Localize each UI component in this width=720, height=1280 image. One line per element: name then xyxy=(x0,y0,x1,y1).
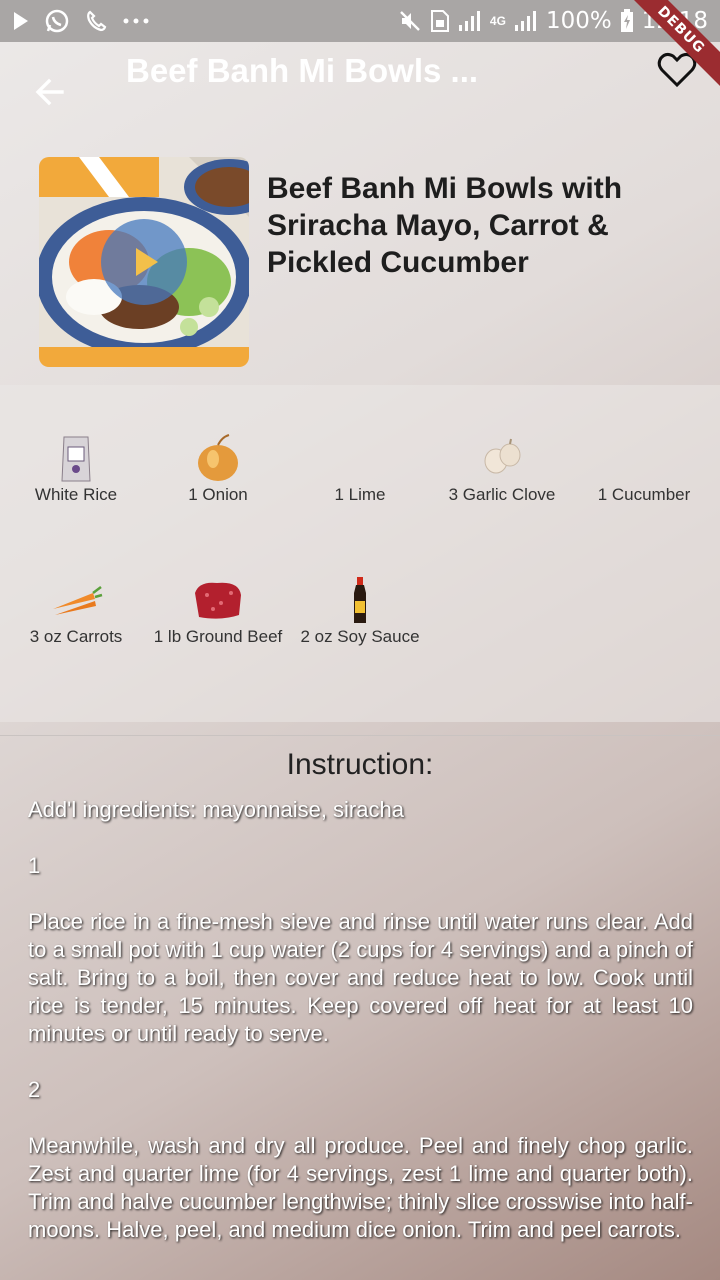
ingredient-item[interactable]: 3 Garlic Clove xyxy=(427,433,577,505)
signal-icon-2 xyxy=(514,10,538,32)
ingredients-grid: White Rice 1 Onion 1 Lime 3 Garlic Clove… xyxy=(0,385,720,722)
rice-bag-icon xyxy=(61,436,91,482)
additional-ingredients: Add'l ingredients: mayonnaise, siracha xyxy=(28,797,404,822)
sim-card-icon xyxy=(430,9,450,33)
arrow-left-icon xyxy=(35,78,64,106)
signal-icon xyxy=(458,10,482,32)
battery-percent: 100% xyxy=(545,8,612,34)
cucumber-icon xyxy=(617,433,671,483)
ingredient-item[interactable]: 1 Cucumber xyxy=(569,433,719,505)
instructions-body: Add'l ingredients: mayonnaise, siracha 1… xyxy=(28,796,693,1272)
status-bar: 4G 100% 12:18 xyxy=(0,0,720,42)
ingredient-item[interactable]: 2 oz Soy Sauce xyxy=(285,575,435,647)
ingredient-label: 3 oz Carrots xyxy=(29,627,123,646)
network-type-icon: 4G xyxy=(489,14,506,28)
ingredient-label: 2 oz Soy Sauce xyxy=(300,627,420,646)
app-bar: Beef Banh Mi Bowls ... xyxy=(0,42,720,140)
ingredient-label: 1 Lime xyxy=(334,485,386,504)
ingredient-label: 1 Onion xyxy=(188,485,248,504)
phone-forward-icon xyxy=(84,9,108,33)
ingredient-item[interactable]: White Rice xyxy=(1,433,151,505)
soy-sauce-icon xyxy=(354,577,366,623)
play-video-button[interactable] xyxy=(101,219,187,305)
more-notifications-icon xyxy=(122,17,150,25)
carrot-icon xyxy=(53,586,103,615)
recipe-header: Beef Banh Mi Bowls with Sriracha Mayo, C… xyxy=(0,140,720,385)
play-store-icon xyxy=(12,11,30,31)
recipe-title: Beef Banh Mi Bowls with Sriracha Mayo, C… xyxy=(267,172,623,279)
step-number: 2 xyxy=(28,1077,41,1102)
app-bar-title: Beef Banh Mi Bowls ... xyxy=(126,52,479,89)
lime-icon xyxy=(333,433,387,483)
recipe-video-thumbnail[interactable] xyxy=(39,157,249,367)
ingredient-label: 1 lb Ground Beef xyxy=(153,627,283,646)
instructions-heading: Instruction: xyxy=(286,748,434,781)
ingredient-item[interactable]: 1 Lime xyxy=(285,433,435,505)
ingredient-label: White Rice xyxy=(34,485,118,504)
back-button[interactable] xyxy=(30,72,70,112)
battery-charging-icon xyxy=(620,9,634,33)
onion-icon xyxy=(198,434,238,481)
ingredient-item[interactable]: 3 oz Carrots xyxy=(1,575,151,647)
ingredient-item[interactable]: 1 lb Ground Beef xyxy=(143,575,293,647)
mute-icon xyxy=(398,9,422,33)
ingredient-label: 3 Garlic Clove xyxy=(448,485,556,504)
ground-beef-icon xyxy=(195,582,241,619)
whatsapp-icon xyxy=(44,8,70,34)
play-icon xyxy=(136,248,158,276)
step-number: 1 xyxy=(28,853,41,878)
ingredient-item[interactable]: 1 Onion xyxy=(143,433,293,505)
divider xyxy=(0,735,720,736)
step-text: Place rice in a fine-mesh sieve and rins… xyxy=(28,909,693,1046)
garlic-icon xyxy=(484,438,521,474)
step-text: Meanwhile, wash and dry all produce. Pee… xyxy=(28,1133,693,1242)
ingredient-label: 1 Cucumber xyxy=(597,485,691,504)
